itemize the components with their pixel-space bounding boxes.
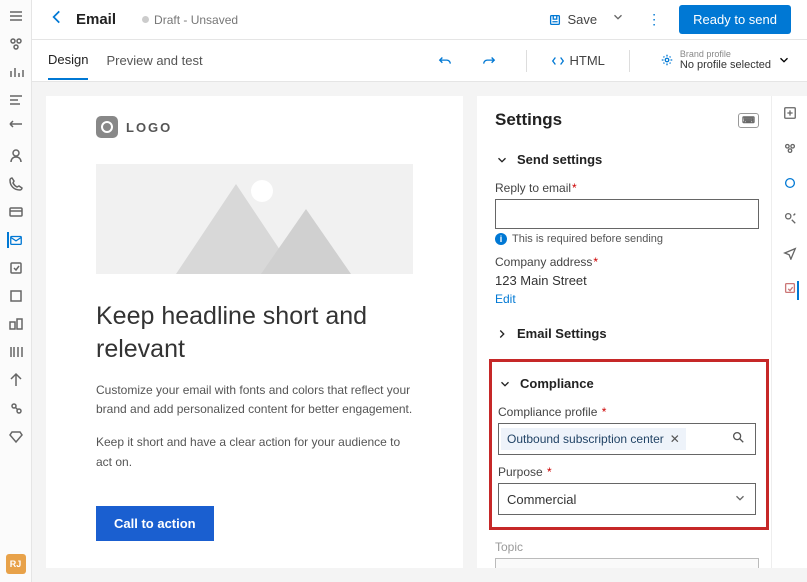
reply-to-input[interactable] <box>495 199 759 229</box>
tab-preview[interactable]: Preview and test <box>106 42 202 79</box>
purpose-dropdown[interactable]: Commercial <box>498 483 756 515</box>
nav-icon-3[interactable] <box>8 92 24 108</box>
nav-icon-9[interactable] <box>8 372 24 388</box>
send-icon[interactable] <box>783 246 797 265</box>
reply-to-label: Reply to email* <box>495 181 759 195</box>
chevron-down-icon <box>733 491 747 505</box>
tab-bar: Design Preview and test HTML Brand profi… <box>32 40 807 82</box>
body-text-1[interactable]: Customize your email with fonts and colo… <box>96 381 413 419</box>
purpose-label: Purpose * <box>498 465 756 479</box>
logo-icon <box>96 116 118 138</box>
edit-company-link[interactable]: Edit <box>495 292 516 306</box>
hero-image-placeholder[interactable] <box>96 164 413 274</box>
left-nav-rail: RJ <box>0 0 32 582</box>
canvas-wrapper: LOGO Keep headline short and relevant Cu… <box>32 82 475 582</box>
nav-icon-11[interactable] <box>8 428 24 444</box>
save-icon <box>548 13 562 27</box>
compliance-callout: Compliance Compliance profile * Outbound… <box>489 359 769 530</box>
headline-text[interactable]: Keep headline short and relevant <box>96 300 413 365</box>
nav-icon-phone[interactable] <box>8 176 24 192</box>
nav-icon-10[interactable] <box>8 400 24 416</box>
user-badge[interactable]: RJ <box>6 554 26 574</box>
compliance-profile-label: Compliance profile * <box>498 405 756 419</box>
nav-icon-email[interactable] <box>7 232 23 248</box>
back-button[interactable] <box>48 8 66 31</box>
brand-profile-selector[interactable]: Brand profile No profile selected <box>654 49 791 73</box>
chevron-down-icon <box>498 377 512 391</box>
email-canvas[interactable]: LOGO Keep headline short and relevant Cu… <box>46 96 463 568</box>
settings-panel: Settings ⌨ Send settings Reply to email*… <box>477 96 807 568</box>
company-address-label: Company address* <box>495 255 759 269</box>
logo-text: LOGO <box>126 120 172 135</box>
nav-icon-8[interactable] <box>8 344 24 360</box>
topic-dropdown: Select a topic <box>495 558 759 568</box>
company-address-value: 123 Main Street <box>495 273 759 288</box>
compliance-profile-chip: Outbound subscription center ✕ <box>501 428 686 450</box>
email-settings-section: Email Settings <box>495 322 759 345</box>
compliance-profile-combo[interactable]: Outbound subscription center ✕ <box>498 423 756 455</box>
keyboard-hint-icon[interactable]: ⌨ <box>738 113 759 128</box>
nav-icon-person[interactable] <box>8 148 24 164</box>
chevron-down-icon <box>495 153 509 167</box>
theme-icon[interactable] <box>783 176 797 195</box>
nav-icon-2[interactable] <box>8 64 24 80</box>
nav-icon-5[interactable] <box>8 260 24 276</box>
chevron-down-icon <box>777 53 791 67</box>
draft-status: Draft - Unsaved <box>142 13 238 27</box>
nav-icon-4[interactable] <box>8 120 24 136</box>
tab-design[interactable]: Design <box>48 41 88 80</box>
body-text-2[interactable]: Keep it short and have a clear action fo… <box>96 433 413 471</box>
redo-button[interactable] <box>476 50 502 72</box>
save-label: Save <box>568 12 598 27</box>
compliance-header[interactable]: Compliance <box>498 372 756 395</box>
send-settings-section: Send settings Reply to email* iThis is r… <box>495 148 759 308</box>
nav-icon-6[interactable] <box>8 288 24 304</box>
chip-remove-icon[interactable]: ✕ <box>670 432 680 446</box>
save-dropdown[interactable] <box>607 10 629 29</box>
add-element-icon[interactable] <box>783 106 797 125</box>
undo-button[interactable] <box>432 50 458 72</box>
logo-block[interactable]: LOGO <box>96 116 413 138</box>
ready-to-send-button[interactable]: Ready to send <box>679 5 791 34</box>
panel-title: Settings ⌨ <box>495 110 759 130</box>
chevron-right-icon <box>495 327 509 341</box>
html-button[interactable]: HTML <box>551 53 605 68</box>
layers-icon[interactable] <box>783 141 797 160</box>
main-area: Email Draft - Unsaved Save ⋮ Ready to se… <box>32 0 807 582</box>
topic-field: Topic Select a topic <box>495 540 759 568</box>
hamburger-icon[interactable] <box>8 8 24 24</box>
personalize-icon[interactable] <box>783 211 797 230</box>
nav-icon-card[interactable] <box>8 204 24 220</box>
code-icon <box>551 54 565 68</box>
nav-icon-7[interactable] <box>8 316 24 332</box>
save-button[interactable]: Save <box>548 12 598 27</box>
send-settings-header[interactable]: Send settings <box>495 148 759 171</box>
email-settings-header[interactable]: Email Settings <box>495 322 759 345</box>
topic-label: Topic <box>495 540 759 554</box>
settings-tab-icon[interactable] <box>783 281 799 300</box>
panel-icon-rail <box>771 96 807 568</box>
cta-button[interactable]: Call to action <box>96 506 214 541</box>
chevron-down-icon <box>736 566 750 569</box>
page-title: Email <box>76 11 116 28</box>
info-icon: i <box>495 233 507 245</box>
page-header: Email Draft - Unsaved Save ⋮ Ready to se… <box>32 0 807 40</box>
reply-to-note: iThis is required before sending <box>495 233 759 245</box>
gear-icon <box>660 53 674 67</box>
search-icon[interactable] <box>723 430 753 449</box>
nav-icon-1[interactable] <box>8 36 24 52</box>
more-menu[interactable]: ⋮ <box>639 11 669 28</box>
compliance-section: Compliance Compliance profile * Outbound… <box>498 372 756 515</box>
editor-body: LOGO Keep headline short and relevant Cu… <box>32 82 807 582</box>
